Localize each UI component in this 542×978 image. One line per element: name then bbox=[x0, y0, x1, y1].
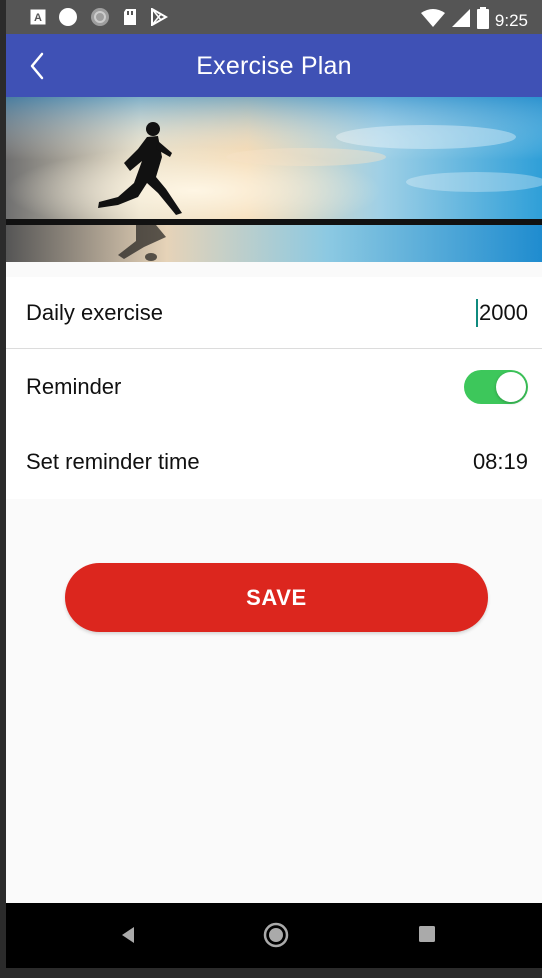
hero-banner bbox=[6, 97, 542, 262]
a-icon: A bbox=[30, 9, 46, 30]
signal-icon bbox=[451, 8, 471, 33]
app-bar: Exercise Plan bbox=[6, 34, 542, 97]
svg-text:A: A bbox=[34, 12, 42, 24]
sd-card-icon bbox=[122, 8, 138, 31]
status-bar: A 9:25 bbox=[6, 0, 542, 34]
sync-icon bbox=[90, 7, 110, 32]
status-icons-left: A bbox=[30, 7, 169, 32]
daily-exercise-input[interactable]: 2000 bbox=[476, 298, 528, 327]
status-icons-right: 9:25 bbox=[420, 7, 528, 34]
bottom-strip bbox=[6, 968, 542, 978]
save-button[interactable]: SAVE bbox=[65, 563, 488, 632]
reminder-time-label: Set reminder time bbox=[26, 448, 200, 474]
recents-square-icon[interactable] bbox=[418, 925, 436, 948]
reminder-label: Reminder bbox=[26, 373, 122, 399]
home-circle-icon[interactable] bbox=[262, 921, 290, 954]
reminder-time-value[interactable]: 08:19 bbox=[473, 449, 528, 475]
daily-exercise-value: 2000 bbox=[479, 299, 528, 325]
back-triangle-icon[interactable] bbox=[118, 923, 138, 952]
daily-exercise-row: Daily exercise 2000 bbox=[6, 277, 542, 349]
reminder-toggle[interactable] bbox=[464, 369, 528, 404]
daily-exercise-label: Daily exercise bbox=[26, 299, 163, 325]
wifi-icon bbox=[420, 8, 445, 33]
system-nav-bar bbox=[6, 903, 542, 968]
phone-screen: A 9:25 Exercise Plan Daily exercise 2000… bbox=[6, 0, 542, 978]
reminder-row: Reminder bbox=[6, 349, 542, 424]
toggle-knob bbox=[496, 371, 526, 402]
settings-list: Daily exercise 2000 Reminder Set reminde… bbox=[6, 277, 542, 499]
reminder-time-row[interactable]: Set reminder time 08:19 bbox=[6, 424, 542, 499]
circle-icon bbox=[58, 7, 78, 32]
status-time: 9:25 bbox=[494, 10, 528, 30]
text-cursor bbox=[476, 298, 479, 327]
page-title: Exercise Plan bbox=[196, 52, 352, 80]
play-store-icon bbox=[150, 7, 169, 31]
battery-icon bbox=[476, 7, 489, 34]
